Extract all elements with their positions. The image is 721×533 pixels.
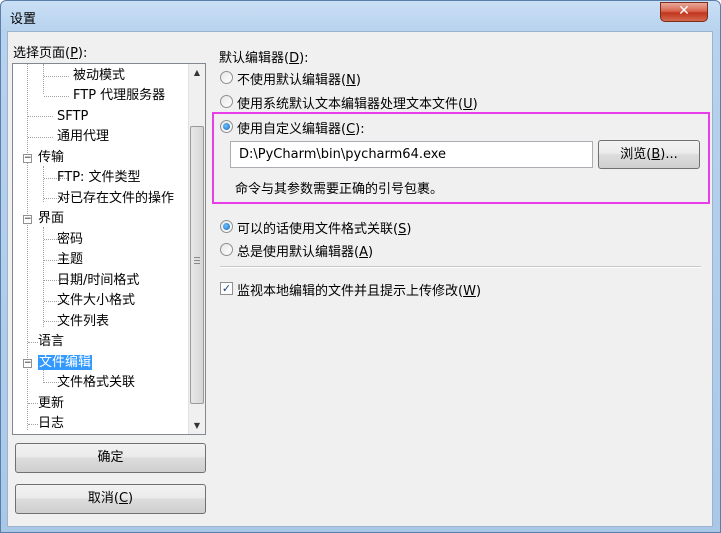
tree-item-ftp-proxy[interactable]: FTP 代理服务器 bbox=[73, 86, 165, 106]
radio-use-file-associations[interactable] bbox=[220, 220, 233, 233]
page-tree[interactable]: 被动模式 FTP 代理服务器 SFTP 通用代理 − 传输 FTP: 文件类型 … bbox=[12, 63, 206, 435]
tree-guide bbox=[44, 96, 69, 97]
tree-item-passwords[interactable]: 密码 bbox=[57, 230, 83, 250]
radio-custom-editor-label[interactable]: 使用自定义编辑器(C): bbox=[237, 118, 365, 137]
tree-guide bbox=[28, 403, 38, 404]
collapse-icon[interactable]: − bbox=[23, 215, 32, 224]
window-title: 设置 bbox=[10, 12, 37, 27]
tree-scrollbar[interactable]: ▲ ▼ bbox=[188, 64, 205, 434]
close-button[interactable]: ✕ bbox=[660, 2, 708, 22]
page-select-label: 选择页面(P): bbox=[13, 46, 88, 61]
radio-no-default-editor[interactable] bbox=[220, 71, 233, 84]
tree-item-updates[interactable]: 更新 bbox=[38, 394, 64, 414]
scroll-down-icon[interactable]: ▼ bbox=[189, 417, 205, 434]
tree-item-filetype-associations[interactable]: 文件格式关联 bbox=[57, 373, 135, 393]
tree-guide bbox=[44, 76, 69, 77]
tree-guide bbox=[28, 116, 53, 117]
close-icon: ✕ bbox=[678, 3, 690, 19]
cancel-button[interactable]: 取消(C) bbox=[15, 484, 206, 514]
tree-item-generic-proxy[interactable]: 通用代理 bbox=[57, 127, 109, 147]
scroll-up-icon[interactable]: ▲ bbox=[189, 64, 205, 81]
radio-use-file-associations-label[interactable]: 可以的话使用文件格式关联(S) bbox=[237, 218, 411, 237]
tree-item-date-time-format[interactable]: 日期/时间格式 bbox=[57, 271, 139, 291]
tree-guide bbox=[43, 227, 44, 327]
tree-guide bbox=[28, 424, 38, 425]
browse-button[interactable]: 浏览(B)... bbox=[598, 140, 700, 169]
tree-item-interface[interactable]: 界面 bbox=[38, 209, 64, 229]
default-editor-heading: 默认编辑器(D): bbox=[219, 51, 309, 66]
title-bar: 设置 ✕ bbox=[1, 1, 720, 33]
tree-item-language[interactable]: 语言 bbox=[38, 332, 64, 352]
tree-guide bbox=[28, 137, 53, 138]
tree-guide bbox=[43, 64, 44, 94]
radio-always-default-editor-label[interactable]: 总是使用默认编辑器(A) bbox=[237, 241, 373, 260]
collapse-icon[interactable]: − bbox=[23, 154, 32, 163]
tree-guide bbox=[43, 166, 44, 202]
separator bbox=[220, 266, 701, 268]
ok-button[interactable]: 确定 bbox=[15, 443, 206, 473]
tree-item-existing-file-action[interactable]: 对已存在文件的操作 bbox=[57, 189, 174, 209]
custom-editor-path-input[interactable]: D:\PyCharm\bin\pycharm64.exe bbox=[230, 141, 593, 168]
scroll-thumb[interactable] bbox=[190, 126, 204, 404]
radio-no-default-editor-label[interactable]: 不使用默认编辑器(N) bbox=[237, 69, 361, 88]
radio-custom-editor[interactable] bbox=[220, 120, 233, 133]
tree-item-file-editing[interactable]: 文件编辑 bbox=[38, 353, 93, 373]
radio-system-default-editor-label[interactable]: 使用系统默认文本编辑器处理文本文件(U) bbox=[237, 93, 478, 112]
radio-always-default-editor[interactable] bbox=[220, 243, 233, 256]
tree-item-ftp-file-types[interactable]: FTP: 文件类型 bbox=[57, 168, 141, 188]
tree-item-logging[interactable]: 日志 bbox=[38, 414, 64, 434]
tree-guide bbox=[27, 160, 28, 430]
tree-guide bbox=[27, 64, 28, 159]
tree-item-passive-mode[interactable]: 被动模式 bbox=[73, 66, 125, 86]
watch-files-checkbox[interactable]: ✓ bbox=[220, 282, 233, 295]
tree-guide bbox=[28, 342, 38, 343]
tree-item-themes[interactable]: 主题 bbox=[57, 250, 83, 270]
grip-line bbox=[194, 257, 200, 258]
tree-item-sftp[interactable]: SFTP bbox=[57, 107, 88, 127]
quoting-hint: 命令与其参数需要正确的引号包裹。 bbox=[235, 182, 444, 197]
tree-item-filesize-format[interactable]: 文件大小格式 bbox=[57, 291, 135, 311]
grip-line bbox=[194, 263, 200, 264]
watch-files-label[interactable]: 监视本地编辑的文件并且提示上传修改(W) bbox=[237, 280, 481, 299]
radio-system-default-editor[interactable] bbox=[220, 95, 233, 108]
grip-line bbox=[194, 260, 200, 261]
tree-item-file-lists[interactable]: 文件列表 bbox=[57, 312, 109, 332]
collapse-icon[interactable]: − bbox=[23, 359, 32, 368]
tree-item-transfer[interactable]: 传输 bbox=[38, 148, 64, 168]
